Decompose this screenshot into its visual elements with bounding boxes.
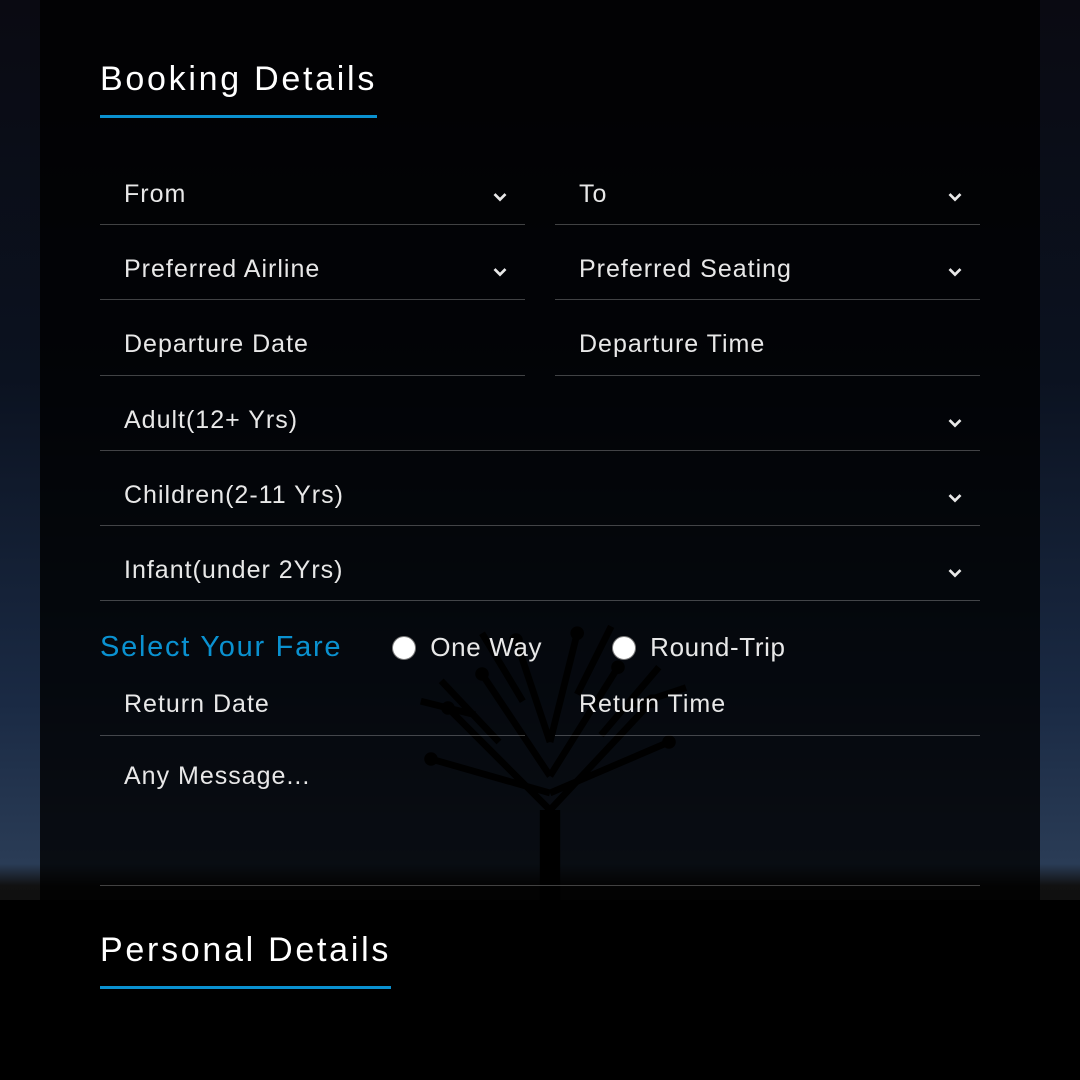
fare-label: Select Your Fare xyxy=(100,631,342,664)
to-select[interactable]: To xyxy=(555,150,980,225)
from-select[interactable]: From xyxy=(100,150,525,225)
airline-select[interactable]: Preferred Airline xyxy=(100,225,525,300)
message-textarea[interactable] xyxy=(100,736,980,886)
section-title-booking: Booking Details xyxy=(100,60,377,118)
seating-select[interactable]: Preferred Seating xyxy=(555,225,980,300)
return-date-input[interactable] xyxy=(100,672,525,736)
fare-round-trip-label: Round-Trip xyxy=(650,632,786,663)
departure-date-input[interactable] xyxy=(100,300,525,376)
children-select[interactable]: Children(2-11 Yrs) xyxy=(100,451,980,526)
return-time-input[interactable] xyxy=(555,672,980,736)
departure-time-input[interactable] xyxy=(555,300,980,376)
adult-select[interactable]: Adult(12+ Yrs) xyxy=(100,376,980,451)
fare-one-way-radio[interactable] xyxy=(392,636,416,660)
fare-round-trip-radio[interactable] xyxy=(612,636,636,660)
fare-round-trip-option[interactable]: Round-Trip xyxy=(612,632,786,663)
booking-panel: Booking Details From To Preferred Airlin… xyxy=(40,0,1040,1080)
fare-one-way-option[interactable]: One Way xyxy=(392,632,542,663)
infant-select[interactable]: Infant(under 2Yrs) xyxy=(100,526,980,601)
fare-radio-group: One Way Round-Trip xyxy=(392,632,785,663)
fare-one-way-label: One Way xyxy=(430,632,542,663)
section-title-personal: Personal Details xyxy=(100,931,391,989)
